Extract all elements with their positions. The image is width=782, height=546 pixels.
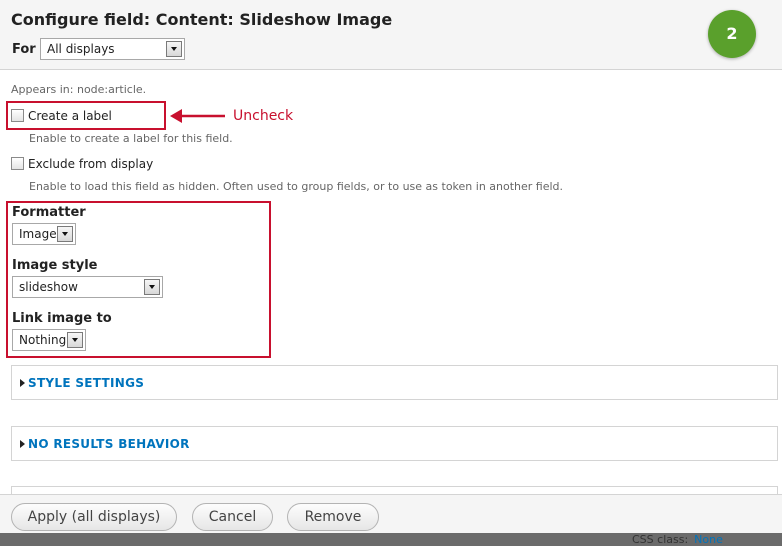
style-settings-title[interactable]: STYLE SETTINGS — [28, 376, 144, 390]
dialog-title: Configure field: Content: Slideshow Imag… — [11, 10, 393, 29]
step-number-badge: 2 — [708, 10, 756, 58]
no-results-behavior-fieldset[interactable]: NO RESULTS BEHAVIOR — [11, 426, 778, 461]
arrow-left-icon — [170, 109, 225, 123]
formatter-label: Formatter — [12, 205, 86, 220]
formatter-select-value: Image — [19, 227, 57, 241]
for-label: For — [12, 42, 36, 57]
exclude-from-display-label: Exclude from display — [28, 157, 154, 171]
image-style-label: Image style — [12, 258, 98, 273]
formatter-select[interactable]: Image — [12, 223, 76, 245]
link-image-select[interactable]: Nothing — [12, 329, 86, 351]
chevron-down-icon — [144, 279, 160, 295]
for-displays-select-value: All displays — [47, 42, 115, 56]
no-results-behavior-title[interactable]: NO RESULTS BEHAVIOR — [28, 437, 190, 451]
apply-all-displays-button[interactable]: Apply (all displays) — [11, 503, 177, 531]
appears-in-text: Appears in: node:article. — [11, 83, 147, 96]
highlight-box-create-label — [6, 101, 166, 130]
style-settings-fieldset[interactable]: STYLE SETTINGS — [11, 365, 778, 400]
triangle-right-icon — [20, 440, 25, 448]
for-displays-select[interactable]: All displays — [40, 38, 185, 60]
annotation-uncheck: Uncheck — [233, 108, 294, 124]
exclude-from-display-description: Enable to load this field as hidden. Oft… — [29, 180, 564, 193]
link-image-label: Link image to — [12, 311, 112, 326]
chevron-down-icon — [57, 226, 73, 242]
css-class-row: CSS class: None — [632, 533, 723, 546]
create-label-description: Enable to create a label for this field. — [29, 132, 233, 145]
exclude-from-display-checkbox[interactable] — [11, 157, 24, 170]
dialog-header: Configure field: Content: Slideshow Imag… — [0, 0, 782, 70]
image-style-select[interactable]: slideshow — [12, 276, 163, 298]
cancel-button[interactable]: Cancel — [192, 503, 273, 531]
triangle-right-icon — [20, 379, 25, 387]
remove-button[interactable]: Remove — [287, 503, 379, 531]
chevron-down-icon — [67, 332, 83, 348]
css-class-value-link[interactable]: None — [694, 533, 723, 546]
chevron-down-icon — [166, 41, 182, 57]
image-style-select-value: slideshow — [19, 280, 78, 294]
link-image-select-value: Nothing — [19, 333, 67, 347]
css-class-label: CSS class: — [632, 533, 689, 546]
